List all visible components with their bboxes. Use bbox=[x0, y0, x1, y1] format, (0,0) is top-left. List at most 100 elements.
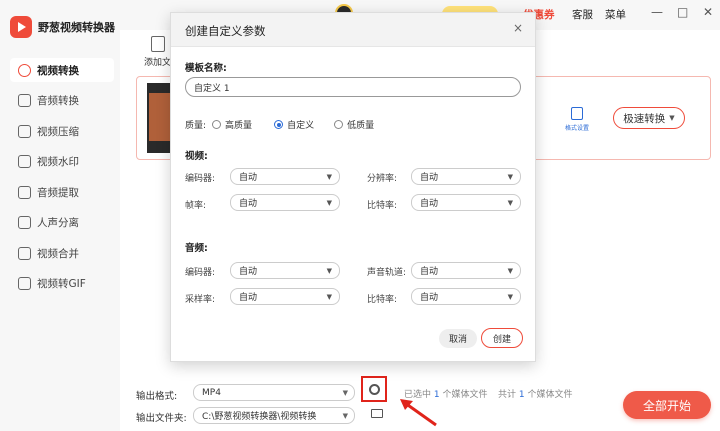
audio-channel-label: 声音轨道: bbox=[367, 268, 407, 278]
dialog-close-icon[interactable]: × bbox=[513, 21, 523, 35]
sidebar-item-label: 视频转GIF bbox=[37, 278, 86, 290]
start-all-button[interactable]: 全部开始 bbox=[623, 391, 711, 419]
quality-radio-high[interactable]: 高质量 bbox=[212, 118, 252, 131]
settings-doc-icon bbox=[571, 107, 583, 120]
video-merge-icon bbox=[18, 246, 31, 260]
watermark-icon bbox=[18, 155, 31, 168]
output-folder-field[interactable]: C:\野葱视频转换器\视频转换 ▼ bbox=[193, 407, 355, 424]
logo-icon bbox=[10, 16, 32, 38]
sidebar-item-label: 音频转换 bbox=[37, 95, 79, 107]
chevron-down-icon: ▼ bbox=[326, 267, 332, 275]
resolution-select[interactable]: 自动 ▼ bbox=[411, 168, 521, 185]
audio-encoder-select[interactable]: 自动 ▼ bbox=[230, 262, 340, 279]
sidebar-item-label: 视频合并 bbox=[37, 247, 79, 260]
select-value: 自动 bbox=[239, 199, 258, 209]
sidebar-item-video-compress[interactable]: 视频压缩 bbox=[10, 119, 114, 143]
sidebar-nav: 视频转换 音频转换 视频压缩 视频水印 音频提取 人声分离 视频合并 视频转GI… bbox=[10, 58, 114, 302]
app-logo: 野葱视频转换器 bbox=[10, 16, 115, 38]
chevron-down-icon: ▼ bbox=[507, 199, 513, 207]
sidebar-item-audio-extract[interactable]: 音频提取 bbox=[10, 180, 114, 204]
radio-label: 低质量 bbox=[347, 121, 375, 131]
audio-encoder-label: 编码器: bbox=[185, 268, 216, 278]
radio-label: 自定义 bbox=[287, 121, 315, 131]
template-name-input[interactable]: 自定义 1 bbox=[185, 77, 521, 97]
output-format-value: MP4 bbox=[202, 387, 221, 398]
annotation-arrow-icon bbox=[400, 399, 437, 427]
chevron-down-icon: ▼ bbox=[669, 114, 675, 122]
sidebar-item-video-watermark[interactable]: 视频水印 bbox=[10, 150, 114, 174]
output-format-label: 输出格式: bbox=[136, 391, 178, 402]
sidebar: 野葱视频转换器 视频转换 音频转换 视频压缩 视频水印 音频提取 人声分离 视频… bbox=[0, 0, 120, 431]
chevron-down-icon: ▼ bbox=[342, 412, 348, 420]
video-convert-icon bbox=[18, 63, 31, 77]
sidebar-item-video-merge[interactable]: 视频合并 bbox=[10, 241, 114, 265]
radio-icon bbox=[334, 120, 344, 129]
sidebar-item-label: 视频压缩 bbox=[37, 125, 79, 138]
output-folder-value: C:\野葱视频转换器\视频转换 bbox=[202, 412, 317, 422]
audio-section-label: 音频: bbox=[185, 243, 208, 254]
app-window: 野葱视频转换器 视频转换 音频转换 视频压缩 视频水印 音频提取 人声分离 视频… bbox=[0, 0, 720, 431]
total-prefix: 共计 bbox=[498, 390, 517, 400]
chevron-down-icon: ▼ bbox=[326, 293, 332, 301]
select-value: 自动 bbox=[239, 293, 258, 303]
folder-icon[interactable] bbox=[371, 409, 383, 418]
sidebar-item-label: 视频水印 bbox=[37, 156, 79, 168]
quality-label: 质量: bbox=[185, 121, 207, 131]
audio-extract-icon bbox=[18, 185, 31, 199]
custom-params-dialog: 创建自定义参数 × 模板名称: 自定义 1 质量: 高质量 自定义 低质量 视频… bbox=[170, 12, 536, 362]
sidebar-item-vocal-separate[interactable]: 人声分离 bbox=[10, 211, 114, 235]
framerate-label: 帧率: bbox=[185, 201, 207, 211]
video-section-label: 视频: bbox=[185, 151, 208, 162]
chevron-down-icon: ▼ bbox=[326, 173, 332, 181]
cancel-button[interactable]: 取消 bbox=[439, 329, 477, 348]
radio-checked-icon bbox=[274, 120, 284, 129]
create-button[interactable]: 创建 bbox=[481, 328, 523, 348]
select-value: 自动 bbox=[420, 267, 439, 277]
framerate-select[interactable]: 自动 ▼ bbox=[230, 194, 340, 211]
add-file-button[interactable]: 添加文 bbox=[144, 36, 171, 68]
chevron-down-icon: ▼ bbox=[507, 173, 513, 181]
chevron-down-icon: ▼ bbox=[342, 389, 348, 397]
output-format-select[interactable]: MP4 ▼ bbox=[193, 384, 355, 401]
sidebar-item-video-to-gif[interactable]: 视频转GIF bbox=[10, 272, 114, 296]
select-value: 自动 bbox=[239, 173, 258, 183]
video-encoder-select[interactable]: 自动 ▼ bbox=[230, 168, 340, 185]
dialog-title: 创建自定义参数 bbox=[185, 24, 266, 38]
video-compress-icon bbox=[18, 124, 31, 138]
template-name-value: 自定义 1 bbox=[194, 83, 230, 94]
service-link[interactable]: 客服 bbox=[572, 7, 593, 22]
samplerate-label: 采样率: bbox=[185, 295, 216, 305]
close-button[interactable]: ✕ bbox=[703, 5, 713, 19]
format-settings-button[interactable]: 格式设置 bbox=[557, 107, 597, 132]
select-value: 自动 bbox=[420, 293, 439, 303]
video-bitrate-select[interactable]: 自动 ▼ bbox=[411, 194, 521, 211]
radio-icon bbox=[212, 120, 222, 129]
vocal-separate-icon bbox=[18, 216, 31, 229]
radio-label: 高质量 bbox=[225, 121, 253, 131]
gif-icon bbox=[18, 277, 31, 290]
sidebar-item-audio-convert[interactable]: 音频转换 bbox=[10, 89, 114, 113]
custom-params-gear-button[interactable] bbox=[361, 376, 387, 402]
add-file-icon bbox=[150, 36, 165, 52]
samplerate-select[interactable]: 自动 ▼ bbox=[230, 288, 340, 305]
sidebar-item-label: 音频提取 bbox=[37, 186, 79, 199]
add-file-label: 添加文 bbox=[144, 58, 172, 68]
resolution-label: 分辨率: bbox=[367, 174, 398, 184]
sidebar-item-video-convert[interactable]: 视频转换 bbox=[10, 58, 114, 82]
menu-link[interactable]: 菜单 bbox=[605, 7, 626, 22]
app-title: 野葱视频转换器 bbox=[38, 21, 115, 34]
sidebar-item-label: 视频转换 bbox=[37, 64, 79, 77]
format-settings-label: 格式设置 bbox=[564, 125, 589, 132]
audio-bitrate-select[interactable]: 自动 ▼ bbox=[411, 288, 521, 305]
audio-channel-select[interactable]: 自动 ▼ bbox=[411, 262, 521, 279]
speed-convert-label: 极速转换 bbox=[623, 112, 666, 125]
chevron-down-icon: ▼ bbox=[507, 267, 513, 275]
minimize-button[interactable]: — bbox=[651, 5, 663, 19]
speed-convert-button[interactable]: 极速转换 ▼ bbox=[613, 107, 685, 129]
maximize-button[interactable]: □ bbox=[677, 5, 688, 19]
total-count: 1 bbox=[518, 390, 525, 400]
gear-icon bbox=[368, 383, 380, 395]
quality-radio-custom[interactable]: 自定义 bbox=[274, 118, 314, 131]
quality-radio-low[interactable]: 低质量 bbox=[334, 118, 374, 131]
video-encoder-label: 编码器: bbox=[185, 174, 216, 184]
